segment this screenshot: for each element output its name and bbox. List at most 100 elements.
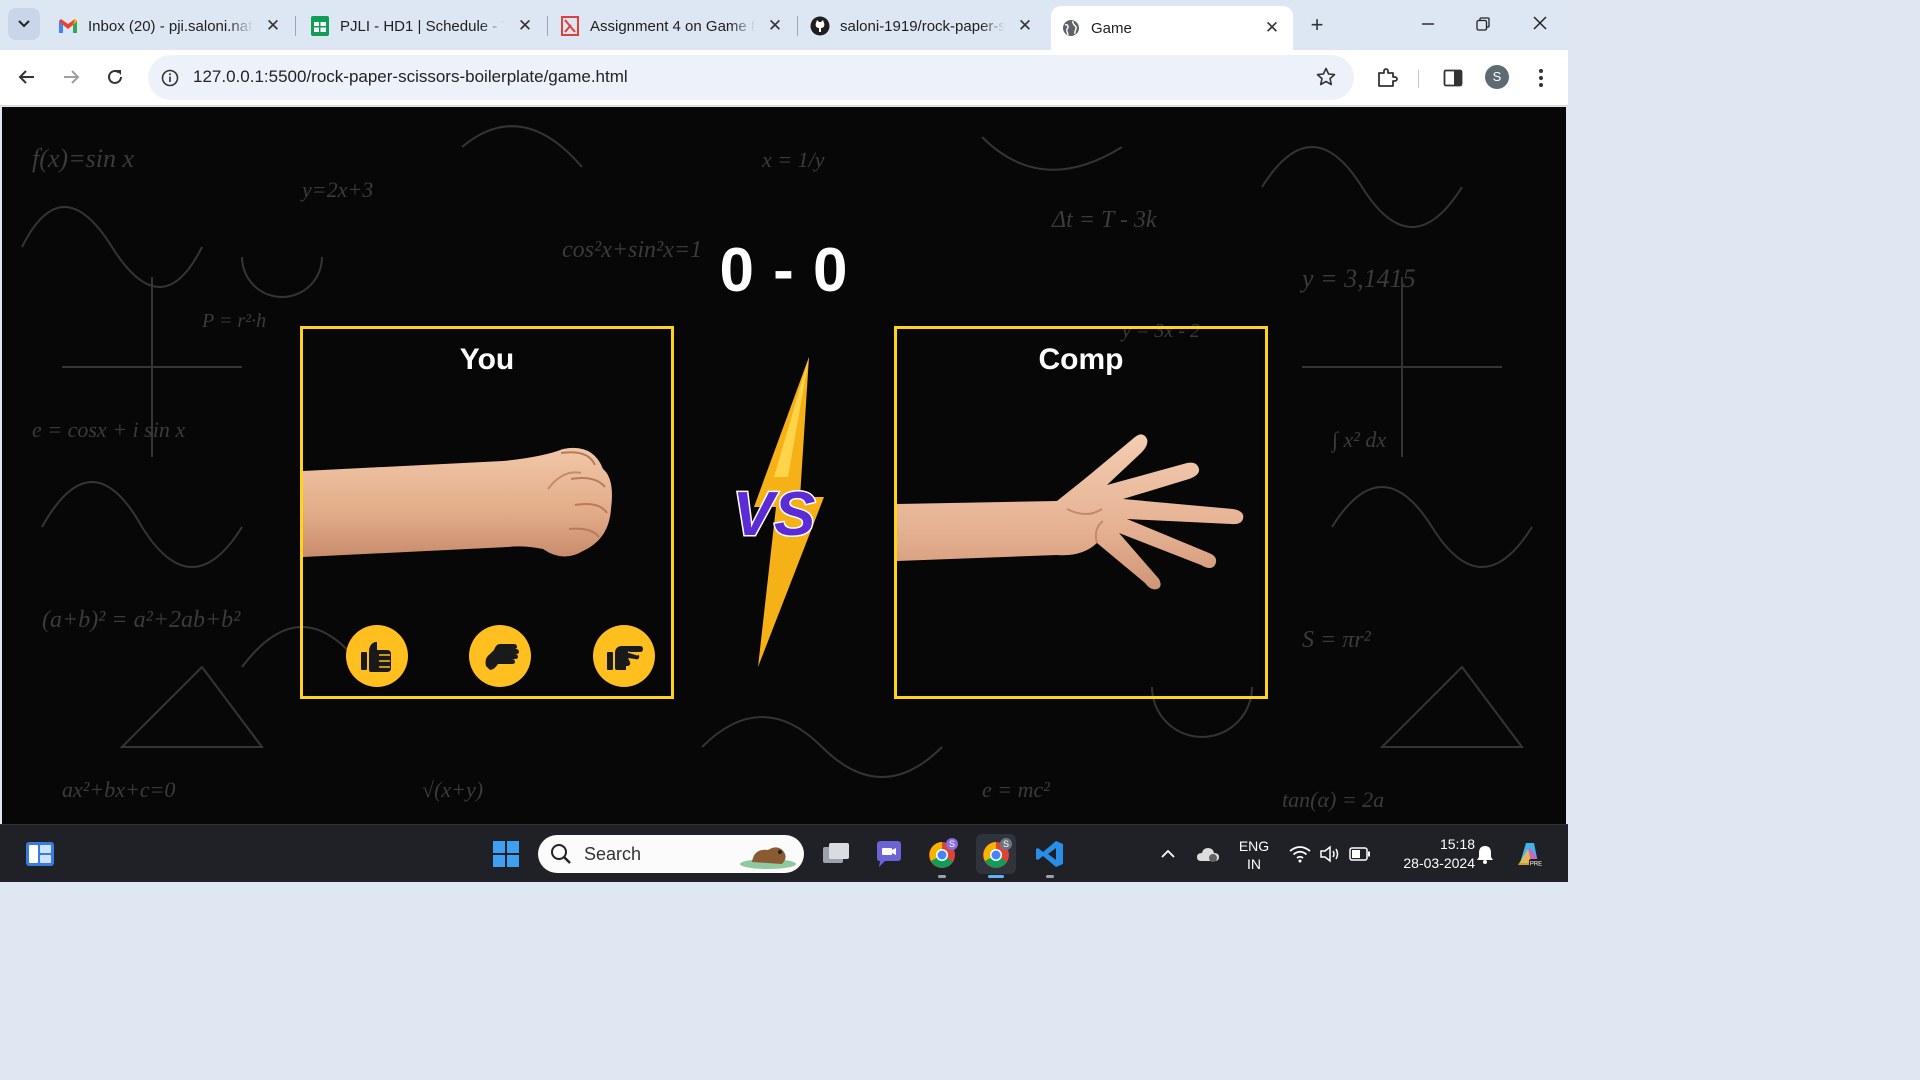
globe-icon bbox=[1061, 18, 1081, 38]
tab-gmail[interactable]: Inbox (20) - pji.saloni.natl ✕ bbox=[48, 6, 296, 46]
score-display: 0 - 0 bbox=[719, 236, 849, 305]
running-indicator bbox=[938, 875, 946, 878]
player-panel: You bbox=[300, 326, 674, 699]
svg-text:x = 1/y: x = 1/y bbox=[761, 147, 825, 172]
search-highlight-icon bbox=[740, 847, 796, 869]
palm-icon bbox=[485, 644, 519, 670]
url-text[interactable]: 127.0.0.1:5500/rock-paper-scissors-boile… bbox=[193, 67, 628, 87]
system-clock[interactable]: 15:18 28-03-2024 bbox=[1380, 835, 1475, 873]
taskbar-search-box[interactable]: Search bbox=[538, 835, 804, 873]
teams-chat-icon[interactable] bbox=[868, 834, 908, 874]
battery-icon[interactable] bbox=[1347, 825, 1373, 883]
volume-icon[interactable] bbox=[1317, 825, 1343, 883]
svg-text:(a+b)² = a²+2ab+b²: (a+b)² = a²+2ab+b² bbox=[42, 607, 241, 633]
svg-text:tan(α) = 2a: tan(α) = 2a bbox=[1282, 787, 1384, 812]
vscode-icon[interactable] bbox=[1030, 834, 1070, 878]
minimize-icon[interactable] bbox=[1413, 10, 1443, 40]
tab-title: PJLI - HD1 | Schedule - Te bbox=[340, 17, 505, 35]
svg-text:e = cosx + i sin x: e = cosx + i sin x bbox=[32, 417, 185, 442]
github-icon bbox=[810, 16, 830, 36]
close-tab-icon[interactable]: ✕ bbox=[766, 16, 784, 36]
svg-text:Δt = T - 3k: Δt = T - 3k bbox=[1051, 207, 1157, 233]
svg-text:√(x+y): √(x+y) bbox=[422, 777, 483, 802]
active-indicator bbox=[988, 875, 1004, 878]
assignment-icon bbox=[560, 16, 580, 36]
close-tab-icon[interactable]: ✕ bbox=[1016, 16, 1034, 36]
language-code: ENG bbox=[1238, 838, 1270, 854]
tab-title: Game bbox=[1091, 19, 1132, 37]
task-view-icon[interactable] bbox=[816, 834, 856, 874]
close-window-icon[interactable] bbox=[1525, 10, 1555, 40]
tab-github[interactable]: saloni-1919/rock-paper-s ✕ bbox=[800, 6, 1046, 46]
profile-avatar[interactable]: S bbox=[1485, 65, 1509, 89]
vs-text: VS bbox=[733, 480, 816, 549]
copilot-icon[interactable]: PRE bbox=[1512, 825, 1546, 883]
svg-text:S: S bbox=[949, 839, 955, 849]
clock-date: 28-03-2024 bbox=[1403, 855, 1475, 871]
fist-icon bbox=[361, 642, 391, 672]
chrome-profile-s-icon[interactable]: S bbox=[922, 834, 962, 878]
gmail-icon bbox=[58, 16, 78, 36]
browser-toolbar: 127.0.0.1:5500/rock-paper-scissors-boile… bbox=[0, 50, 1568, 106]
chevron-down-icon bbox=[18, 20, 30, 28]
more-menu-icon[interactable] bbox=[1527, 64, 1555, 92]
tab-sheets[interactable]: PJLI - HD1 | Schedule - Te ✕ bbox=[300, 6, 548, 46]
search-icon bbox=[551, 844, 571, 864]
new-tab-button[interactable]: + bbox=[1304, 12, 1330, 38]
svg-text:ax²+bx+c=0: ax²+bx+c=0 bbox=[62, 777, 175, 802]
svg-text:y=2x+3: y=2x+3 bbox=[300, 177, 373, 202]
svg-text:S = πr²: S = πr² bbox=[1302, 627, 1372, 653]
restore-icon[interactable] bbox=[1468, 10, 1498, 40]
tab-title: Inbox (20) - pji.saloni.natl bbox=[88, 17, 253, 35]
notifications-bell-icon[interactable] bbox=[1473, 825, 1497, 883]
forward-icon[interactable] bbox=[56, 62, 86, 92]
side-panel-icon[interactable] bbox=[1439, 64, 1467, 92]
close-tab-icon[interactable]: ✕ bbox=[516, 16, 534, 36]
rock-choice-button[interactable] bbox=[346, 625, 408, 687]
clock-time: 15:18 bbox=[1439, 836, 1475, 852]
show-hidden-icons-chevron-up-icon[interactable] bbox=[1156, 825, 1180, 883]
close-tab-icon[interactable]: ✕ bbox=[264, 16, 282, 36]
windows-taskbar: Search S S ENG IN 15:18 28-03-2024 PRE bbox=[0, 824, 1568, 882]
region-code: IN bbox=[1247, 856, 1261, 872]
svg-text:P = r²·h: P = r²·h bbox=[201, 310, 266, 332]
svg-text:∫ x² dx: ∫ x² dx bbox=[1330, 427, 1386, 453]
widgets-icon[interactable] bbox=[20, 834, 60, 874]
paper-choice-button[interactable] bbox=[469, 625, 531, 687]
computer-label: Comp bbox=[1038, 343, 1124, 376]
scissors-hand-icon bbox=[607, 646, 643, 670]
tab-assignment[interactable]: Assignment 4 on Game D ✕ bbox=[550, 6, 798, 46]
onedrive-cloud-icon[interactable] bbox=[1195, 825, 1221, 883]
svg-text:S: S bbox=[1003, 839, 1009, 849]
extensions-icon[interactable] bbox=[1373, 64, 1401, 92]
tab-search-button[interactable] bbox=[8, 8, 40, 40]
start-menu-icon[interactable] bbox=[486, 834, 526, 874]
close-tab-icon[interactable]: ✕ bbox=[1263, 18, 1281, 38]
search-label: Search bbox=[584, 843, 642, 864]
reload-icon[interactable] bbox=[100, 62, 130, 92]
player-label: You bbox=[459, 343, 515, 376]
tab-strip: Inbox (20) - pji.saloni.natl ✕ PJLI - HD… bbox=[0, 0, 1568, 50]
computer-panel: Comp bbox=[894, 326, 1268, 699]
running-indicator bbox=[1046, 875, 1054, 878]
wifi-icon[interactable] bbox=[1288, 825, 1312, 883]
player-rock-hand bbox=[303, 447, 612, 557]
tab-separator bbox=[797, 16, 798, 36]
tab-separator bbox=[547, 16, 548, 36]
scissors-choice-button[interactable] bbox=[593, 625, 655, 687]
svg-text:PRE: PRE bbox=[1530, 862, 1542, 868]
tab-game[interactable]: Game ✕ bbox=[1051, 6, 1293, 50]
sheets-icon bbox=[310, 16, 330, 36]
site-info-icon[interactable] bbox=[158, 66, 182, 90]
tab-title: saloni-1919/rock-paper-s bbox=[840, 17, 1005, 35]
address-bar[interactable]: 127.0.0.1:5500/rock-paper-scissors-boile… bbox=[148, 55, 1354, 100]
chrome-active-icon[interactable]: S bbox=[976, 834, 1016, 878]
svg-text:f(x)=sin x: f(x)=sin x bbox=[32, 144, 134, 173]
game-page: f(x)=sin x y=2x+3 cos²x+sin²x=1 Δt = T -… bbox=[2, 107, 1566, 824]
back-icon[interactable] bbox=[12, 62, 42, 92]
choice-buttons bbox=[303, 625, 671, 689]
computer-paper-hand bbox=[897, 434, 1244, 590]
bookmark-star-icon[interactable] bbox=[1314, 65, 1338, 89]
input-language-indicator[interactable]: ENG IN bbox=[1236, 837, 1272, 873]
versus-emblem: VS bbox=[731, 357, 824, 667]
